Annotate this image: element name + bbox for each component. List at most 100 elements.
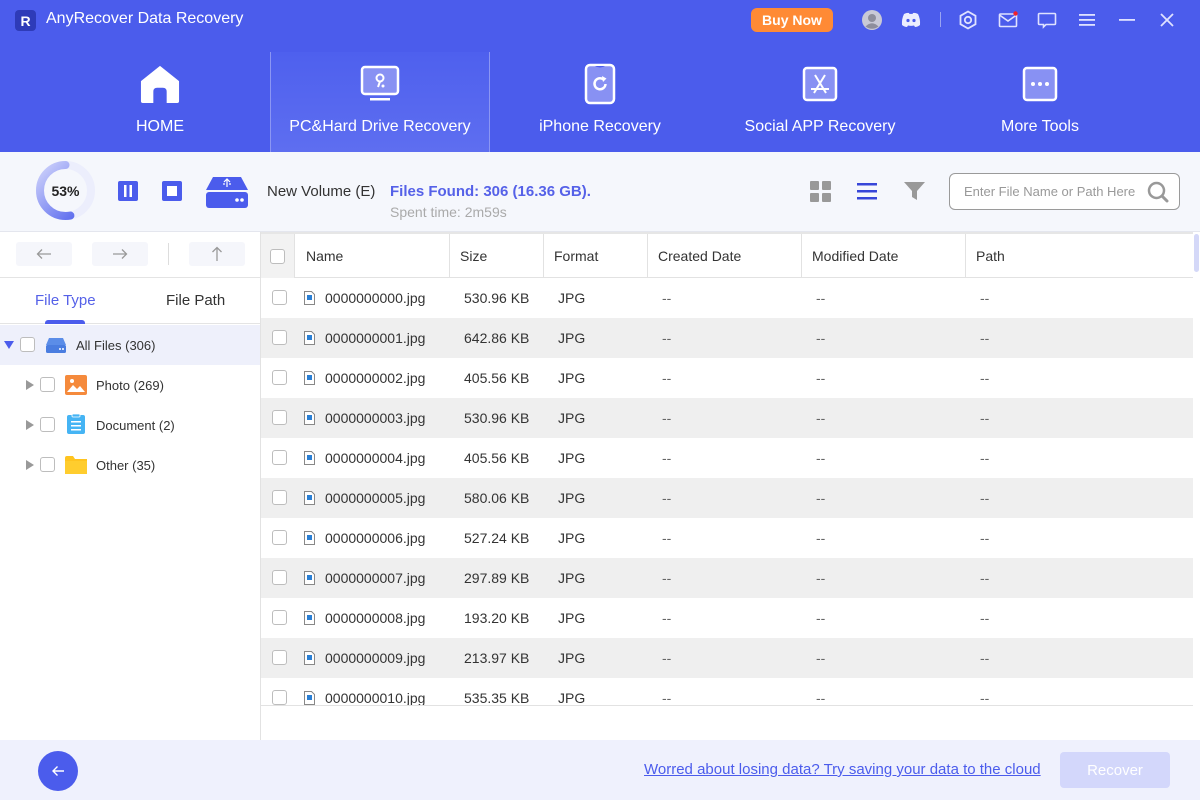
menu-icon[interactable]: [1077, 10, 1097, 30]
nav-home-label: HOME: [136, 118, 184, 135]
list-view-icon[interactable]: [856, 180, 878, 202]
table-row[interactable]: 0000000005.jpg 580.06 KB JPG -- -- --: [261, 478, 1193, 518]
scrollbar-track[interactable]: [1193, 232, 1200, 740]
tree-item-all-files[interactable]: All Files (306): [0, 325, 260, 365]
file-tree-panel: File Type File Path All Files (306) Phot…: [0, 232, 261, 740]
cell-path: --: [980, 490, 990, 506]
row-checkbox[interactable]: [272, 570, 287, 585]
row-checkbox[interactable]: [272, 610, 287, 625]
table-row[interactable]: 0000000000.jpg 530.96 KB JPG -- -- --: [261, 278, 1193, 318]
stop-scan-button[interactable]: [162, 181, 182, 201]
cell-format: JPG: [558, 450, 586, 466]
row-checkbox[interactable]: [272, 330, 287, 345]
cell-name: 0000000003.jpg: [325, 410, 426, 426]
back-nav-button[interactable]: [16, 242, 72, 266]
pause-scan-button[interactable]: [118, 181, 138, 201]
column-header-format[interactable]: Format: [544, 234, 648, 278]
expand-arrow-icon[interactable]: [4, 340, 14, 350]
tree-checkbox[interactable]: [40, 377, 55, 392]
table-row[interactable]: 0000000008.jpg 193.20 KB JPG -- -- --: [261, 598, 1193, 638]
cell-path: --: [980, 410, 990, 426]
collapse-arrow-icon[interactable]: [25, 420, 35, 430]
titlebar-divider: [940, 12, 941, 27]
column-header-name[interactable]: Name: [296, 234, 450, 278]
row-checkbox[interactable]: [272, 490, 287, 505]
account-icon[interactable]: [862, 10, 882, 30]
select-all-cell: [261, 234, 295, 278]
cell-modified-date: --: [816, 290, 826, 306]
nav-iphone-recovery[interactable]: iPhone Recovery: [500, 52, 700, 152]
back-button[interactable]: [38, 751, 78, 791]
tree-checkbox[interactable]: [40, 417, 55, 432]
tree-item-document[interactable]: Document (2): [0, 405, 260, 445]
forward-nav-button[interactable]: [92, 242, 148, 266]
cell-size: 297.89 KB: [464, 570, 530, 586]
table-row[interactable]: 0000000001.jpg 642.86 KB JPG -- -- --: [261, 318, 1193, 358]
image-file-icon: [304, 491, 315, 505]
cell-modified-date: --: [816, 450, 826, 466]
nav-pc-recovery[interactable]: PC&Hard Drive Recovery: [270, 52, 490, 152]
recover-button[interactable]: Recover: [1060, 752, 1170, 788]
settings-icon[interactable]: [958, 10, 978, 30]
arrow-left-icon: [52, 766, 64, 776]
column-header-modified-date[interactable]: Modified Date: [802, 234, 966, 278]
close-icon[interactable]: [1157, 10, 1177, 30]
row-checkbox[interactable]: [272, 370, 287, 385]
row-checkbox[interactable]: [272, 530, 287, 545]
tree-item-photo[interactable]: Photo (269): [0, 365, 260, 405]
nav-social-app-recovery[interactable]: Social APP Recovery: [720, 52, 920, 152]
collapse-arrow-icon[interactable]: [25, 380, 35, 390]
grid-view-icon[interactable]: [809, 180, 831, 202]
search-icon[interactable]: [1147, 181, 1169, 203]
nav-more-tools[interactable]: More Tools: [940, 52, 1140, 152]
tree-checkbox[interactable]: [40, 457, 55, 472]
row-checkbox[interactable]: [272, 410, 287, 425]
cell-name: 0000000000.jpg: [325, 290, 426, 306]
collapse-arrow-icon[interactable]: [25, 460, 35, 470]
column-header-path[interactable]: Path: [966, 234, 1193, 278]
discord-icon[interactable]: [901, 10, 921, 30]
nav-more-tools-label: More Tools: [1001, 118, 1079, 135]
cell-modified-date: --: [816, 690, 826, 706]
filter-icon[interactable]: [903, 180, 925, 202]
table-row[interactable]: 0000000006.jpg 527.24 KB JPG -- -- --: [261, 518, 1193, 558]
column-header-size[interactable]: Size: [450, 234, 544, 278]
cell-path: --: [980, 610, 990, 626]
table-row[interactable]: 0000000004.jpg 405.56 KB JPG -- -- --: [261, 438, 1193, 478]
cell-size: 642.86 KB: [464, 330, 530, 346]
search-input[interactable]: [964, 184, 1144, 199]
select-all-checkbox[interactable]: [270, 248, 285, 264]
buy-now-button[interactable]: Buy Now: [751, 8, 833, 32]
row-checkbox[interactable]: [272, 290, 287, 305]
image-file-icon: [304, 411, 315, 425]
cell-size: 530.96 KB: [464, 290, 530, 306]
cell-modified-date: --: [816, 490, 826, 506]
mail-icon[interactable]: [998, 10, 1018, 30]
table-row[interactable]: 0000000003.jpg 530.96 KB JPG -- -- --: [261, 398, 1193, 438]
feedback-icon[interactable]: [1037, 10, 1057, 30]
table-row[interactable]: 0000000007.jpg 297.89 KB JPG -- -- --: [261, 558, 1193, 598]
files-found-count: Files Found: 306 (16.36 GB).: [390, 183, 591, 200]
row-checkbox[interactable]: [272, 690, 287, 705]
cell-created-date: --: [662, 370, 672, 386]
cell-size: 527.24 KB: [464, 530, 530, 546]
tree-item-other[interactable]: Other (35): [0, 445, 260, 485]
tab-file-path[interactable]: File Path: [166, 292, 225, 309]
column-header-created-date[interactable]: Created Date: [648, 234, 802, 278]
cloud-backup-link[interactable]: Worred about losing data? Try saving you…: [644, 761, 1041, 778]
up-nav-button[interactable]: [189, 242, 245, 266]
tree-label: Photo (269): [96, 378, 164, 393]
table-row[interactable]: 0000000010.jpg 535.35 KB JPG -- -- --: [261, 678, 1193, 706]
scrollbar-thumb[interactable]: [1194, 234, 1199, 272]
table-row[interactable]: 0000000002.jpg 405.56 KB JPG -- -- --: [261, 358, 1193, 398]
minimize-icon[interactable]: [1117, 10, 1137, 30]
tab-file-type[interactable]: File Type: [35, 292, 96, 309]
table-row[interactable]: 0000000009.jpg 213.97 KB JPG -- -- --: [261, 638, 1193, 678]
nav-home[interactable]: HOME: [60, 52, 260, 152]
tree-label: Other (35): [96, 458, 156, 473]
row-checkbox[interactable]: [272, 650, 287, 665]
app-logo: R: [15, 10, 36, 31]
nav-iphone-recovery-label: iPhone Recovery: [539, 118, 661, 135]
tree-checkbox[interactable]: [20, 337, 35, 352]
row-checkbox[interactable]: [272, 450, 287, 465]
